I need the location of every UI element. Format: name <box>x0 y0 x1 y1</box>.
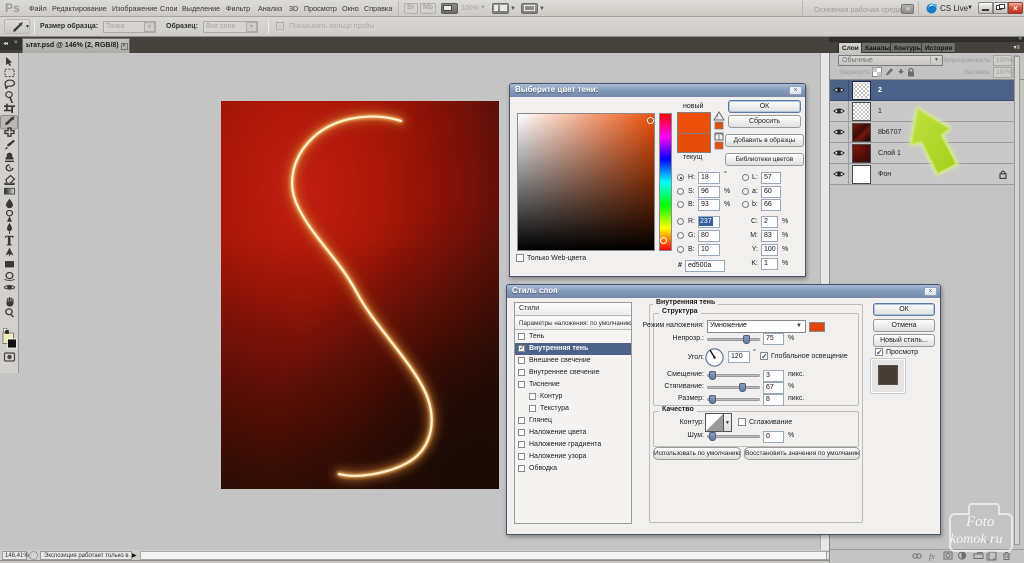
svg-text:fx: fx <box>929 552 935 561</box>
